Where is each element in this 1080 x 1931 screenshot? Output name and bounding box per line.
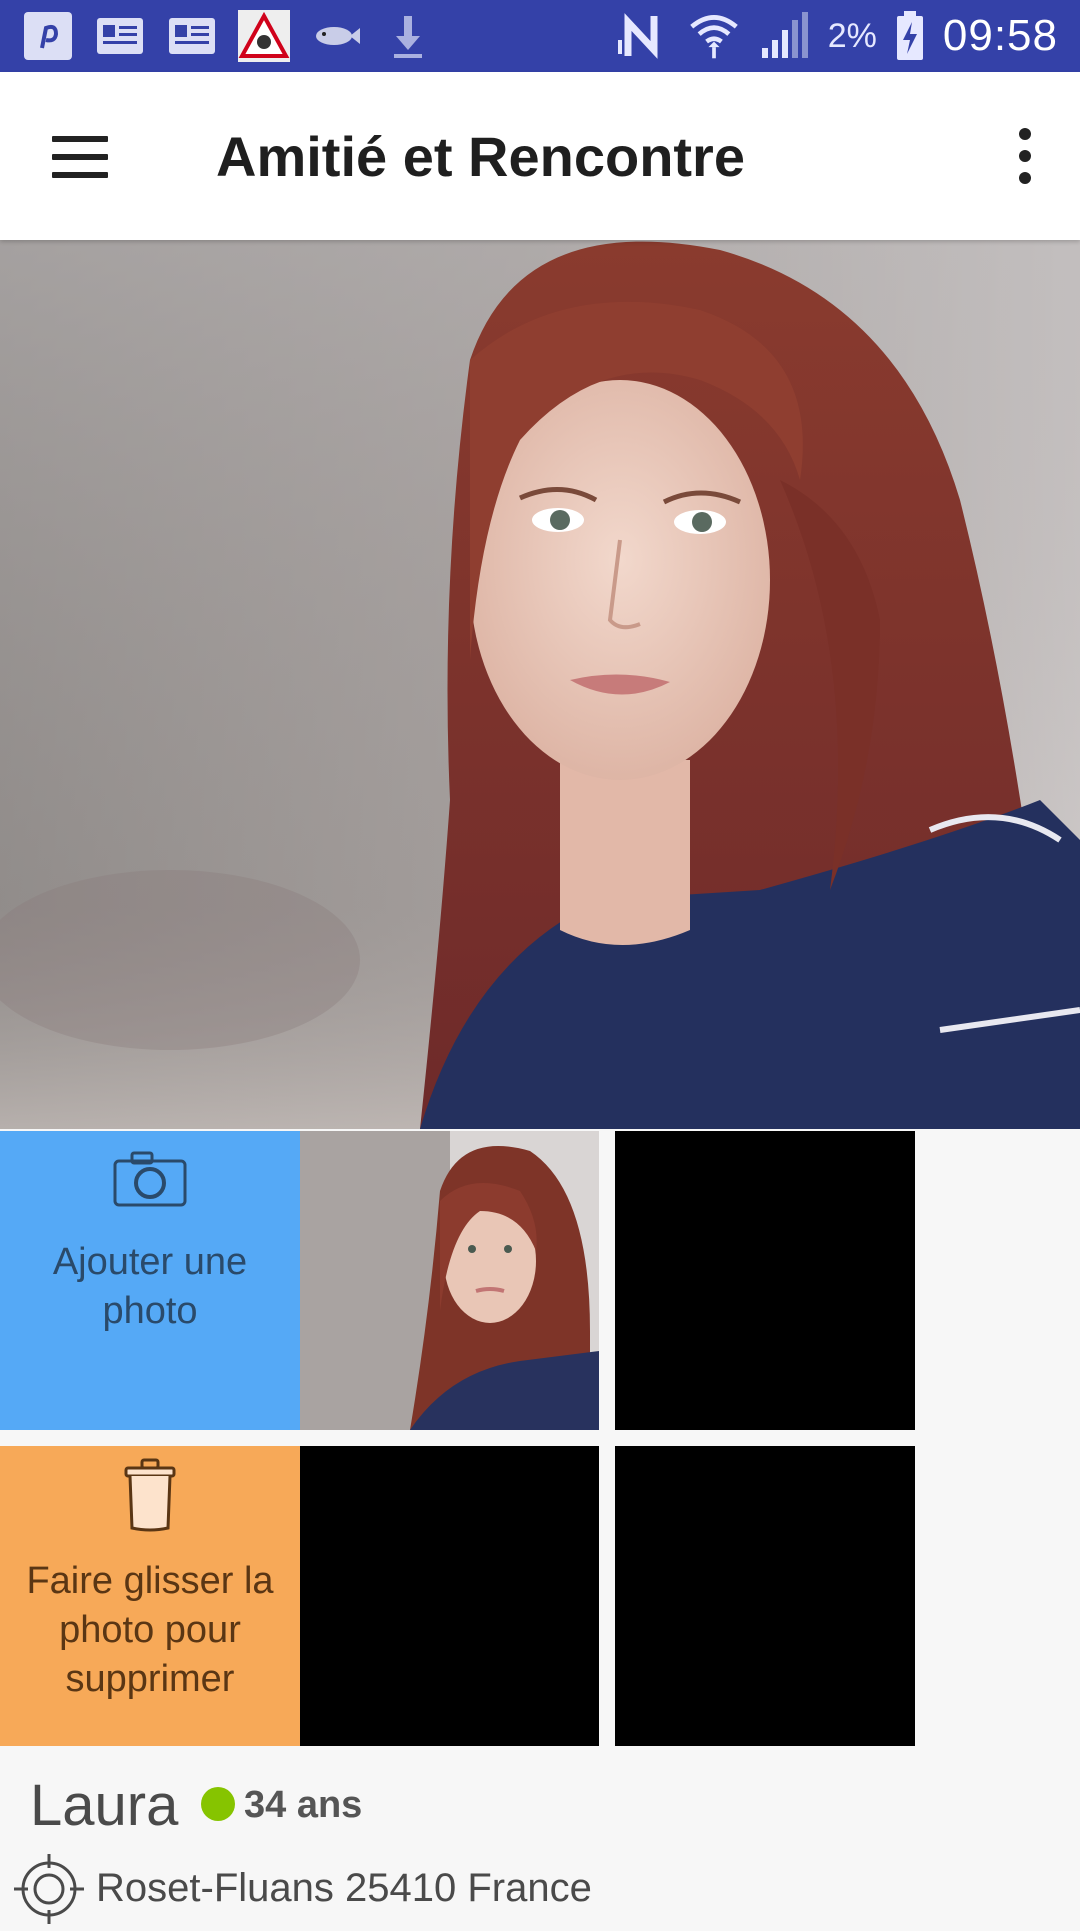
profile-name: Laura bbox=[30, 1773, 179, 1838]
battery-charging-icon bbox=[895, 10, 925, 62]
trash-icon bbox=[122, 1458, 178, 1537]
news-notification-icon bbox=[166, 10, 218, 62]
hamburger-menu-icon[interactable] bbox=[52, 136, 112, 178]
delete-photo-dropzone[interactable]: Faire glisser la photo pour supprimer bbox=[0, 1446, 300, 1746]
battery-percent: 2% bbox=[827, 16, 877, 55]
delete-photo-label: Faire glisser la photo pour supprimer bbox=[26, 1560, 274, 1700]
download-notification-icon bbox=[382, 10, 434, 62]
system-icons: 2% 09:58 bbox=[617, 10, 1058, 62]
add-photo-button[interactable]: Ajouter une photo bbox=[0, 1131, 300, 1430]
more-vertical-icon[interactable] bbox=[1014, 128, 1034, 188]
online-status-dot bbox=[201, 1787, 235, 1821]
camera-icon bbox=[112, 1149, 188, 1214]
app-title: Amitié et Rencontre bbox=[216, 125, 745, 188]
profile-age: 34 ans bbox=[244, 1784, 363, 1826]
wifi-icon bbox=[688, 10, 740, 62]
empty-photo-slot[interactable] bbox=[615, 1131, 915, 1430]
status-bar: 2% 09:58 bbox=[0, 0, 1080, 72]
nfc-icon bbox=[617, 10, 670, 62]
empty-photo-slot[interactable] bbox=[300, 1446, 599, 1746]
photo-thumbnail[interactable] bbox=[300, 1131, 599, 1430]
signal-icon bbox=[758, 10, 810, 62]
notification-icons bbox=[22, 10, 434, 62]
add-photo-label: Ajouter une photo bbox=[52, 1241, 248, 1332]
app-bar: Amitié et Rencontre bbox=[0, 72, 1080, 240]
clock: 09:58 bbox=[942, 11, 1058, 60]
news-notification-icon bbox=[94, 10, 146, 62]
fish-notification-icon bbox=[310, 10, 362, 62]
empty-photo-slot[interactable] bbox=[615, 1446, 915, 1746]
profile-location: Roset-Fluans 25410 France bbox=[96, 1866, 592, 1910]
pinterest-notification-icon bbox=[22, 10, 74, 62]
main-profile-photo[interactable] bbox=[0, 240, 1080, 1129]
crosshair-location-icon bbox=[12, 1852, 86, 1926]
warning-notification-icon bbox=[238, 10, 290, 62]
